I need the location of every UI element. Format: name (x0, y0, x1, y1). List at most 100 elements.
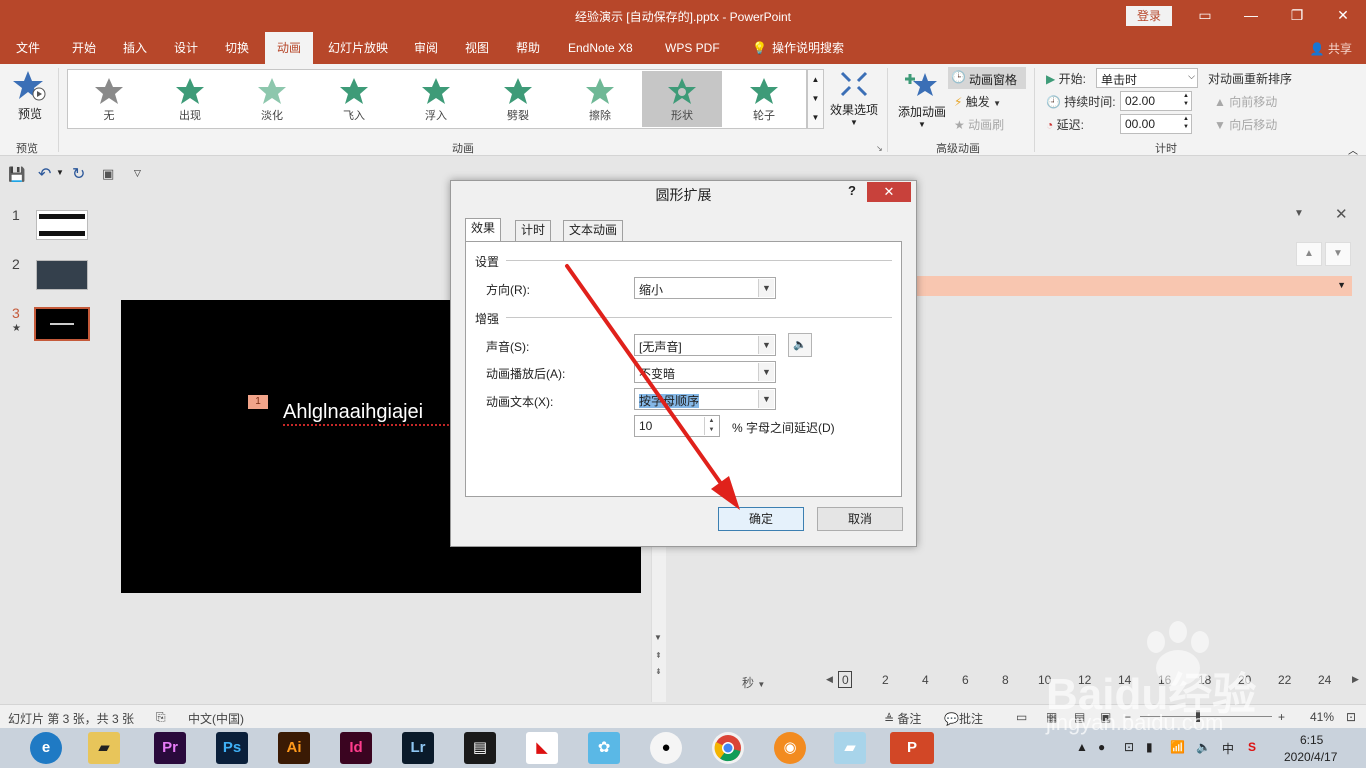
tab-home[interactable]: 开始 (64, 32, 104, 64)
zoom-out-icon[interactable]: − (1124, 710, 1131, 724)
zoom-slider[interactable] (1140, 716, 1272, 717)
slide-thumbnail-3[interactable] (34, 307, 90, 341)
start-select[interactable]: 单击时 ⌵ (1096, 68, 1198, 88)
premiere-icon[interactable]: Pr (154, 732, 186, 764)
tab-design[interactable]: 设计 (166, 32, 206, 64)
chevron-down-icon[interactable]: ▼ (808, 89, 823, 108)
spinner-icon[interactable]: ▲ ▼ (1183, 115, 1189, 131)
vertical-scrollbar[interactable]: ▼ ⇞ ⇟ (651, 545, 666, 702)
illustrator-icon[interactable]: Ai (278, 732, 310, 764)
wifi-icon[interactable]: 📶 (1170, 740, 1185, 754)
prev-slide-icon[interactable]: ⇞ (655, 651, 662, 660)
anim-split[interactable]: 劈裂 (478, 71, 558, 127)
spinner-icon[interactable]: ▲ ▼ (1183, 92, 1189, 108)
browser-2-icon[interactable]: ◉ (774, 732, 806, 764)
ime-indicator[interactable]: 中 (1222, 740, 1234, 757)
volume-icon[interactable]: 🔈 (1196, 740, 1211, 754)
tab-file[interactable]: 文件 (8, 32, 48, 64)
zoom-level[interactable]: 41% (1310, 710, 1334, 724)
letter-delay-input[interactable]: 10 ▲ ▼ (634, 415, 720, 437)
anim-wipe[interactable]: 擦除 (560, 71, 640, 127)
move-up-button[interactable]: ▲ (1296, 242, 1322, 266)
anim-fly-in[interactable]: 飞入 (314, 71, 394, 127)
pane-close-icon[interactable]: ✕ (1335, 205, 1348, 223)
reading-view-icon[interactable]: ▤ (1074, 710, 1085, 724)
tray-overflow-icon[interactable]: ▲ (1076, 740, 1088, 754)
effect-options-button[interactable]: 效果选项 ▼ (828, 70, 880, 127)
tab-help[interactable]: 帮助 (508, 32, 548, 64)
zoom-slider-thumb[interactable] (1196, 710, 1200, 722)
seconds-menu[interactable]: 秒 ▼ (742, 674, 765, 691)
battery-icon[interactable]: ▮ (1146, 740, 1153, 754)
tab-animations[interactable]: 动画 (265, 32, 313, 64)
login-button[interactable]: 登录 (1126, 6, 1172, 26)
speaker-icon[interactable]: 🔈 (788, 333, 812, 357)
qq-tray-icon[interactable]: ● (1098, 740, 1105, 754)
zoom-in-icon[interactable]: + (1278, 710, 1285, 724)
slide-text[interactable]: Ahlglnaaihgiajei (283, 401, 423, 424)
ok-button[interactable]: 确定 (718, 507, 804, 531)
tab-transitions[interactable]: 切换 (217, 32, 257, 64)
sound-select[interactable]: [无声音] ▼ (634, 334, 776, 356)
customize-qat-icon[interactable]: ▽ (134, 168, 141, 179)
fit-to-window-icon[interactable]: ⊡ (1346, 710, 1356, 724)
after-animation-select[interactable]: 不变暗 ▼ (634, 361, 776, 383)
next-slide-icon[interactable]: ⇟ (655, 667, 662, 676)
tab-insert[interactable]: 插入 (115, 32, 155, 64)
undo-dropdown-icon[interactable]: ▼ (56, 168, 64, 177)
network-icon[interactable]: ⊡ (1124, 740, 1134, 754)
redo-icon[interactable]: ↻ (72, 164, 85, 184)
tab-slideshow[interactable]: 幻灯片放映 (320, 32, 396, 64)
slide-thumbnail-1[interactable] (36, 210, 88, 240)
clock-date[interactable]: 2020/4/17 (1284, 750, 1337, 764)
delay-input[interactable]: 00.00 ▲ ▼ (1120, 114, 1192, 134)
chrome-icon[interactable] (712, 732, 744, 764)
chevron-up-icon[interactable]: ▲ (808, 70, 823, 89)
help-button[interactable]: ? (848, 183, 856, 198)
comments-button[interactable]: 💬批注 (944, 710, 983, 727)
tab-review[interactable]: 审阅 (406, 32, 446, 64)
move-earlier-button[interactable]: ▲ 向前移动 (1214, 93, 1277, 110)
anim-wheel[interactable]: 轮子 (724, 71, 804, 127)
video-editor-icon[interactable]: ▤ (464, 732, 496, 764)
ribbon-display-icon[interactable]: ▭ (1182, 0, 1228, 30)
animation-list-item[interactable]: ▼ (916, 276, 1352, 296)
pane-options-icon[interactable]: ▼ (1294, 208, 1304, 219)
animate-text-select[interactable]: 按字母顺序 ▼ (634, 388, 776, 410)
undo-icon[interactable]: ↶ (38, 164, 51, 184)
anim-float-in[interactable]: 浮入 (396, 71, 476, 127)
notes-app-icon[interactable]: ▰ (834, 732, 866, 764)
powerpoint-icon[interactable]: P (890, 732, 934, 764)
move-later-button[interactable]: ▼ 向后移动 (1214, 116, 1277, 133)
animation-pane-button[interactable]: 🕒 动画窗格 (948, 67, 1026, 89)
anim-shape[interactable]: 形状 (642, 71, 722, 127)
tab-view[interactable]: 视图 (457, 32, 497, 64)
lightroom-icon[interactable]: Lr (402, 732, 434, 764)
indesign-icon[interactable]: Id (340, 732, 372, 764)
start-slideshow-icon[interactable]: ▣ (102, 166, 114, 182)
share-button[interactable]: 👤 共享 (1310, 40, 1352, 57)
timeline-left-icon[interactable]: ◀ (826, 674, 833, 685)
spinner-icon[interactable]: ▲ ▼ (704, 417, 718, 435)
tab-timing[interactable]: 计时 (515, 220, 552, 241)
tell-me-search[interactable]: 操作说明搜索 (764, 32, 852, 64)
slide-thumbnail-2[interactable] (36, 260, 88, 290)
photoshop-icon[interactable]: Ps (216, 732, 248, 764)
save-icon[interactable]: 💾 (8, 166, 25, 183)
duration-input[interactable]: 02.00 ▲ ▼ (1120, 91, 1192, 111)
slide-sorter-icon[interactable]: ▦ (1046, 710, 1057, 724)
file-explorer-icon[interactable]: ▰ (88, 732, 120, 764)
move-down-button[interactable]: ▼ (1325, 242, 1351, 266)
clock-time[interactable]: 6:15 (1300, 733, 1323, 747)
language-indicator[interactable]: 中文(中国) (188, 710, 244, 727)
tab-wps-pdf[interactable]: WPS PDF (657, 32, 728, 64)
chevron-down-icon[interactable]: ▼ (654, 633, 662, 642)
media-icon[interactable]: ◣ (526, 732, 558, 764)
preview-button[interactable]: 预览 (10, 70, 50, 134)
chat-app-icon[interactable]: ✿ (588, 732, 620, 764)
gallery-more-icon[interactable]: ▼ (808, 108, 823, 127)
notes-button[interactable]: ≜ 备注 (884, 710, 921, 727)
tab-effect[interactable]: 效果 (465, 218, 502, 242)
normal-view-icon[interactable]: ▭ (1016, 710, 1027, 724)
gallery-scroll[interactable]: ▲ ▼ ▼ (807, 69, 824, 129)
